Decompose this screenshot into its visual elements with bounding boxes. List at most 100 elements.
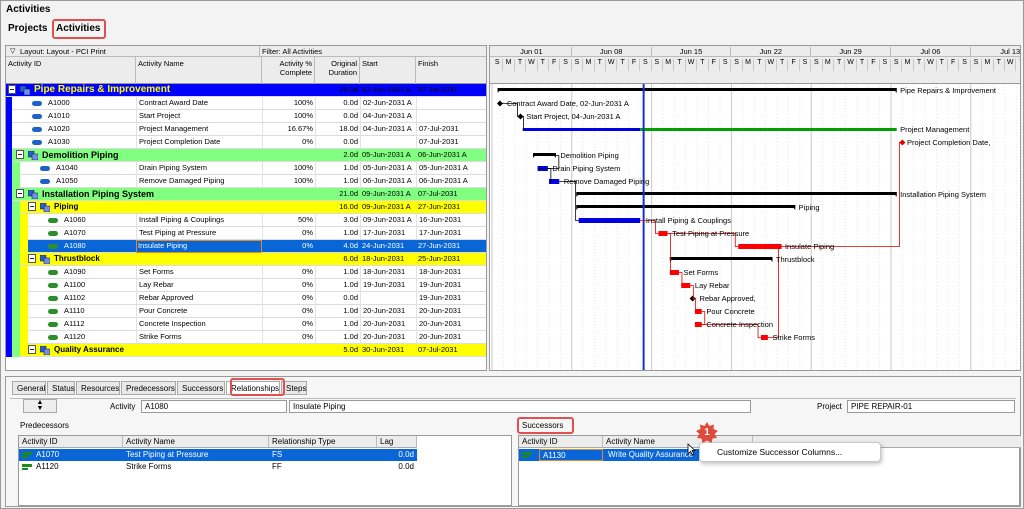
pred-col-lag[interactable]: Lag bbox=[377, 436, 417, 448]
pred-col-activity-name[interactable]: Activity Name bbox=[123, 436, 269, 448]
mouse-cursor-icon bbox=[687, 443, 696, 456]
cell-pct-complete: 0% bbox=[262, 318, 315, 331]
collapse-toggle-icon[interactable]: − bbox=[28, 345, 36, 354]
cell-duration: 0.0d bbox=[315, 136, 360, 149]
cell-start: 04-Jun-2031 A bbox=[360, 110, 416, 123]
cell-start: 06-Jun-2031 A bbox=[360, 175, 416, 188]
menu-item-customize-successor-columns[interactable]: Customize Successor Columns... bbox=[717, 447, 842, 457]
gantt-bar-label: Test Piping at Pressure bbox=[672, 229, 750, 238]
table-row[interactable]: A1070 Test Piping at Pressure 0% 1.0d 17-Jun… bbox=[6, 227, 486, 240]
activity-bar-icon bbox=[32, 114, 42, 119]
gantt-day-label: T bbox=[914, 59, 926, 71]
col-activity-name[interactable]: Activity Name bbox=[136, 57, 262, 84]
table-row[interactable]: A1130 Write Quality Assurance bbox=[519, 449, 699, 461]
navigate-arrows-button[interactable]: ▲ ▼ bbox=[23, 399, 57, 413]
table-row[interactable]: A1102 Rebar Approved 0% 0.0d 19-Jun-2031 bbox=[6, 292, 486, 305]
gantt-day-label: F bbox=[788, 59, 800, 71]
col-pct-complete[interactable]: Activity % Complete bbox=[262, 57, 315, 84]
gantt-day-label: S bbox=[959, 59, 971, 71]
cell-activity-name: Contract Award Date bbox=[136, 97, 262, 110]
table-row[interactable]: A1050 Remove Damaged Piping 100% 1.0d 06-Jun… bbox=[6, 175, 486, 188]
gantt-day-label: M bbox=[982, 59, 994, 71]
gantt-day-label: T bbox=[777, 59, 789, 71]
chevron-down-icon[interactable]: ▽ bbox=[10, 47, 15, 55]
activity-name-field[interactable]: Insulate Piping bbox=[289, 400, 751, 413]
cell-start: 02-Jun-2031 A bbox=[360, 97, 416, 110]
cell-activity-name bbox=[136, 253, 262, 266]
col-start[interactable]: Start bbox=[360, 57, 416, 84]
tab-resources[interactable]: Resources bbox=[76, 381, 120, 395]
table-row[interactable]: − Piping 16.0d 09-Jun-2031 A 27-Jun-2031 bbox=[6, 201, 486, 214]
table-row[interactable]: A1070 Test Piping at Pressure FS 0.0d bbox=[19, 449, 417, 461]
table-row[interactable]: A1120 Strike Forms FF 0.0d bbox=[19, 461, 417, 473]
collapse-toggle-icon[interactable]: − bbox=[16, 150, 24, 159]
activity-bar-icon bbox=[48, 335, 58, 340]
succ-row-id: A1130 bbox=[539, 449, 603, 461]
tab-predecessors[interactable]: Predecessors bbox=[121, 381, 176, 395]
pred-col-relationship-type[interactable]: Relationship Type bbox=[269, 436, 377, 448]
collapse-toggle-icon[interactable]: − bbox=[28, 202, 36, 211]
pred-row-type: FS bbox=[272, 450, 283, 459]
predecessors-title: Predecessors bbox=[20, 421, 69, 430]
collapse-toggle-icon[interactable]: − bbox=[28, 254, 36, 263]
filter-label[interactable]: Filter: All Activities bbox=[262, 47, 322, 56]
gantt-day-label: T bbox=[515, 59, 527, 71]
tab-status[interactable]: Status bbox=[47, 381, 75, 395]
table-row[interactable]: A1090 Set Forms 0% 1.0d 18-Jun-2031 18-Jun-20… bbox=[6, 266, 486, 279]
table-row[interactable]: A1112 Concrete Inspection 0% 1.0d 20-Jun-203… bbox=[6, 318, 486, 331]
table-row[interactable]: A1110 Pour Concrete 0% 1.0d 20-Jun-2031 20-Ju… bbox=[6, 305, 486, 318]
table-row[interactable]: − Quality Assurance 5.0d 30-Jun-2031 07-Jul-… bbox=[6, 344, 486, 357]
table-row[interactable]: − Installation Piping System 21.0d 09-Jun-2… bbox=[6, 188, 486, 201]
pred-row-type: FF bbox=[272, 462, 282, 471]
table-row[interactable]: A1060 Install Piping & Couplings 50% 3.0d 09… bbox=[6, 214, 486, 227]
pred-col-activity-id[interactable]: Activity ID bbox=[19, 436, 123, 448]
gantt-week-label: Jun 29 bbox=[811, 47, 891, 57]
table-row[interactable]: A1030 Project Completion Date 0% 0.0d 07-Jul… bbox=[6, 136, 486, 149]
table-row[interactable]: A1000 Contract Award Date 100% 0.0d 02-Jun-2… bbox=[6, 97, 486, 110]
table-row[interactable]: A1010 Start Project 100% 0.0d 04-Jun-2031 A bbox=[6, 110, 486, 123]
table-row[interactable]: − Pipe Repairs & Improvement 25.0d 02-Jun-2… bbox=[6, 84, 486, 97]
gantt-day-label: T bbox=[857, 59, 869, 71]
activity-bar-icon bbox=[522, 451, 532, 459]
collapse-toggle-icon[interactable]: − bbox=[8, 85, 16, 94]
cell-start bbox=[360, 292, 416, 305]
pred-row-name: Test Piping at Pressure bbox=[126, 450, 209, 459]
cell-pct-complete bbox=[262, 201, 315, 214]
col-activity-id[interactable]: Activity ID bbox=[6, 57, 136, 84]
succ-col-activity-id[interactable]: Activity ID bbox=[519, 436, 603, 448]
cell-finish: 07-Jul-2031 bbox=[418, 345, 458, 354]
activity-id-field[interactable]: A1080 bbox=[141, 400, 287, 413]
table-row[interactable]: − Demolition Piping 2.0d 05-Jun-2031 A 06-Ju… bbox=[6, 149, 486, 162]
wbs-icon bbox=[27, 189, 39, 200]
project-field[interactable]: PIPE REPAIR-01 bbox=[847, 400, 1015, 413]
gantt-bar-label: Rebar Approved, bbox=[699, 294, 756, 303]
cell-finish: 07-Jul-2031 bbox=[416, 123, 486, 136]
gantt-bar-thrustblock bbox=[669, 257, 773, 260]
tab-projects[interactable]: Projects bbox=[8, 23, 47, 34]
table-row[interactable]: − Thrustblock 6.0d 18-Jun-2031 25-Jun-2031 bbox=[6, 253, 486, 266]
cell-activity-name bbox=[136, 201, 262, 214]
context-menu: Customize Successor Columns... bbox=[699, 442, 881, 462]
cell-start: 09-Jun-2031 A bbox=[360, 214, 416, 227]
cell-activity-name: Project Management bbox=[136, 123, 262, 136]
table-row[interactable]: A1100 Lay Rebar 0% 1.0d 19-Jun-2031 19-Jun-20… bbox=[6, 279, 486, 292]
col-finish[interactable]: Finish bbox=[416, 57, 486, 84]
relationship-line bbox=[559, 181, 579, 221]
cell-activity-id: A1030 bbox=[48, 137, 70, 146]
cell-finish: 27-Jun-2031 bbox=[418, 202, 461, 211]
cell-activity-id: A1102 bbox=[64, 293, 86, 302]
table-row[interactable]: A1080 Insulate Piping 0% 4.0d 24-Jun-2031 27-… bbox=[6, 240, 486, 253]
layout-label[interactable]: Layout: Layout - PCI Print bbox=[20, 47, 106, 56]
table-row[interactable]: A1020 Project Management 16.67% 18.0d 04-Jun… bbox=[6, 123, 486, 136]
tab-general[interactable]: General bbox=[12, 381, 46, 395]
predecessors-table: Activity ID Activity Name Relationship T… bbox=[18, 435, 512, 506]
cell-activity-id: A1050 bbox=[56, 176, 78, 185]
collapse-toggle-icon[interactable]: − bbox=[16, 189, 24, 198]
col-original-duration[interactable]: Original Duration bbox=[315, 57, 360, 84]
tab-successors[interactable]: Successors bbox=[177, 381, 225, 395]
cell-pct-complete: 50% bbox=[262, 214, 315, 227]
table-row[interactable]: A1040 Drain Piping System 100% 1.0d 05-Jun-2… bbox=[6, 162, 486, 175]
table-row[interactable]: A1120 Strike Forms 0% 1.0d 20-Jun-2031 20-Jun… bbox=[6, 331, 486, 344]
cell-duration: 1.0d bbox=[315, 227, 360, 240]
gantt-day-label: T bbox=[697, 59, 709, 71]
